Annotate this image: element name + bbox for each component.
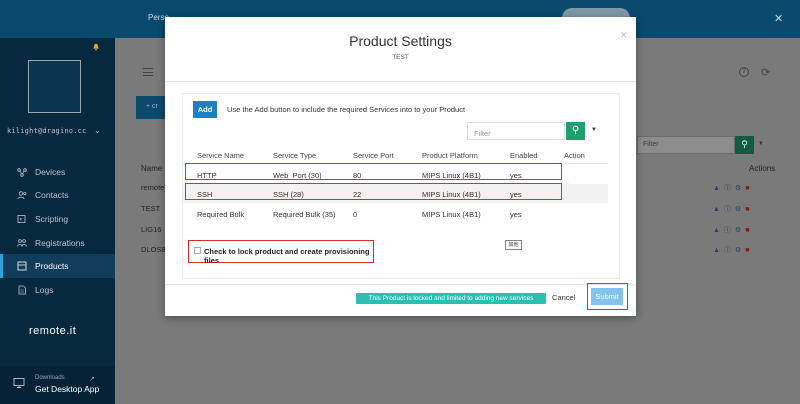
external-link-icon: ↗ [89,376,95,383]
user-email[interactable]: kilight@dragino.cc [7,127,86,135]
name-column-header: Name [141,164,163,173]
desktop-icon [13,378,25,388]
background-filter-input[interactable]: Filter [637,136,735,154]
sidebar-item-scripting[interactable]: Scripting [0,207,115,231]
menu-icon[interactable] [143,68,153,76]
sidebar-item-label: Registrations [35,237,85,248]
row-action-icons[interactable]: ▲ⓘ⚙■ [713,183,753,193]
logs-icon [17,285,27,295]
column-enabled: Enabled [510,151,538,160]
modal-subtitle: TEST [392,54,409,61]
trash-icon[interactable]: ■ [745,206,753,213]
trash-icon[interactable]: ■ [745,185,753,192]
filter-input[interactable] [467,122,565,140]
lock-checkbox[interactable] [194,247,201,254]
sidebar-item-products[interactable]: Products [0,254,115,278]
row-action-icons[interactable]: ▲ⓘ⚙■ [713,225,753,235]
modal-title: Product Settings [349,33,452,49]
close-icon[interactable]: ✕ [774,12,783,25]
brand-logo: remote.it [29,325,77,337]
background-search-icon[interactable]: ⚲ [735,136,754,154]
cancel-button[interactable]: Cancel [552,293,575,302]
sidebar-item-logs[interactable]: Logs [0,278,115,302]
bell-icon[interactable] [92,43,100,51]
avatar [28,60,81,113]
sidebar-item-devices[interactable]: Devices [0,160,115,184]
column-service-name: Service Name [197,151,245,160]
sidebar-item-label: Devices [35,166,66,177]
highlight-box-ssh [185,183,562,200]
divider [165,81,636,82]
sidebar-item-label: Logs [35,284,54,295]
chevron-down-icon[interactable]: ⌄ [94,126,101,135]
row-action-icons[interactable]: ▲ⓘ⚙■ [713,245,753,255]
actions-column-header: Actions [749,164,776,173]
column-product-platform: Product Platform [422,151,478,160]
submit-button[interactable]: Submit [591,288,623,305]
downloads-small-label: Downloads [35,375,65,381]
column-service-type: Service Type [273,151,317,160]
add-button[interactable]: Add [193,101,217,118]
keyboard-icon: 其他 [505,240,522,250]
cell-enabled: yes [510,210,522,219]
sidebar-item-contacts[interactable]: Contacts [0,184,115,208]
sidebar-item-label: Products [35,261,69,272]
table-row[interactable]: TEST [141,204,160,213]
caret-down-icon[interactable]: ▼ [758,141,764,147]
products-icon [17,261,27,271]
trash-icon[interactable]: ■ [745,227,753,234]
registrations-icon [17,238,27,248]
table-row[interactable]: LIG16 [141,225,161,234]
cell-service-type: Required Bulk (35) [273,210,336,219]
add-hint: Use the Add button to include the requir… [227,105,466,114]
caret-down-icon[interactable]: ▼ [591,127,597,133]
sidebar-nav: Devices Contacts Scripting Registrations… [0,160,115,302]
column-action: Action [564,151,585,160]
trash-icon[interactable]: ■ [745,247,753,254]
devices-icon [17,167,27,177]
locked-status-badge: This Product is locked and limited to ad… [356,293,546,304]
sidebar-item-label: Scripting [35,213,69,224]
submit-highlight-box: Submit [587,283,628,310]
sidebar-item-registrations[interactable]: Registrations [0,231,115,255]
table-row[interactable]: DLOS8 [141,245,166,254]
help-icon[interactable]: ? [739,67,749,77]
scripting-icon [17,214,27,224]
sidebar: kilight@dragino.cc ⌄ Devices Contacts Sc… [0,38,115,404]
product-settings-modal: Product Settings TEST ✕ Add Use the Add … [165,17,636,316]
column-service-port: Service Port [353,151,394,160]
contacts-icon [17,190,27,200]
search-icon[interactable]: ⚲ [566,122,585,140]
cell-product-platform: MIPS Linux (4B1) [422,210,481,219]
sidebar-item-label: Contacts [35,190,69,201]
row-action-icons[interactable]: ▲ⓘ⚙■ [713,204,753,214]
table-row[interactable]: Required Bulk Required Bulk (35) 0 MIPS … [183,204,608,223]
table-header: Service Name Service Type Service Port P… [183,150,608,164]
cell-service-name: Required Bulk [197,210,245,219]
downloads-link[interactable]: Downloads Get Desktop App ↗ [0,366,115,404]
lock-checkbox-label: Check to lock product and create provisi… [204,247,370,265]
refresh-icon[interactable]: ⟳ [761,66,770,79]
cell-service-port: 0 [353,210,358,219]
services-panel: Add Use the Add button to include the re… [182,93,620,279]
divider [165,284,636,285]
lock-product-option[interactable]: Check to lock product and create provisi… [188,240,374,265]
close-icon[interactable]: ✕ [620,30,628,41]
highlight-box-http [185,163,562,180]
downloads-big-label: Get Desktop App [35,384,100,394]
